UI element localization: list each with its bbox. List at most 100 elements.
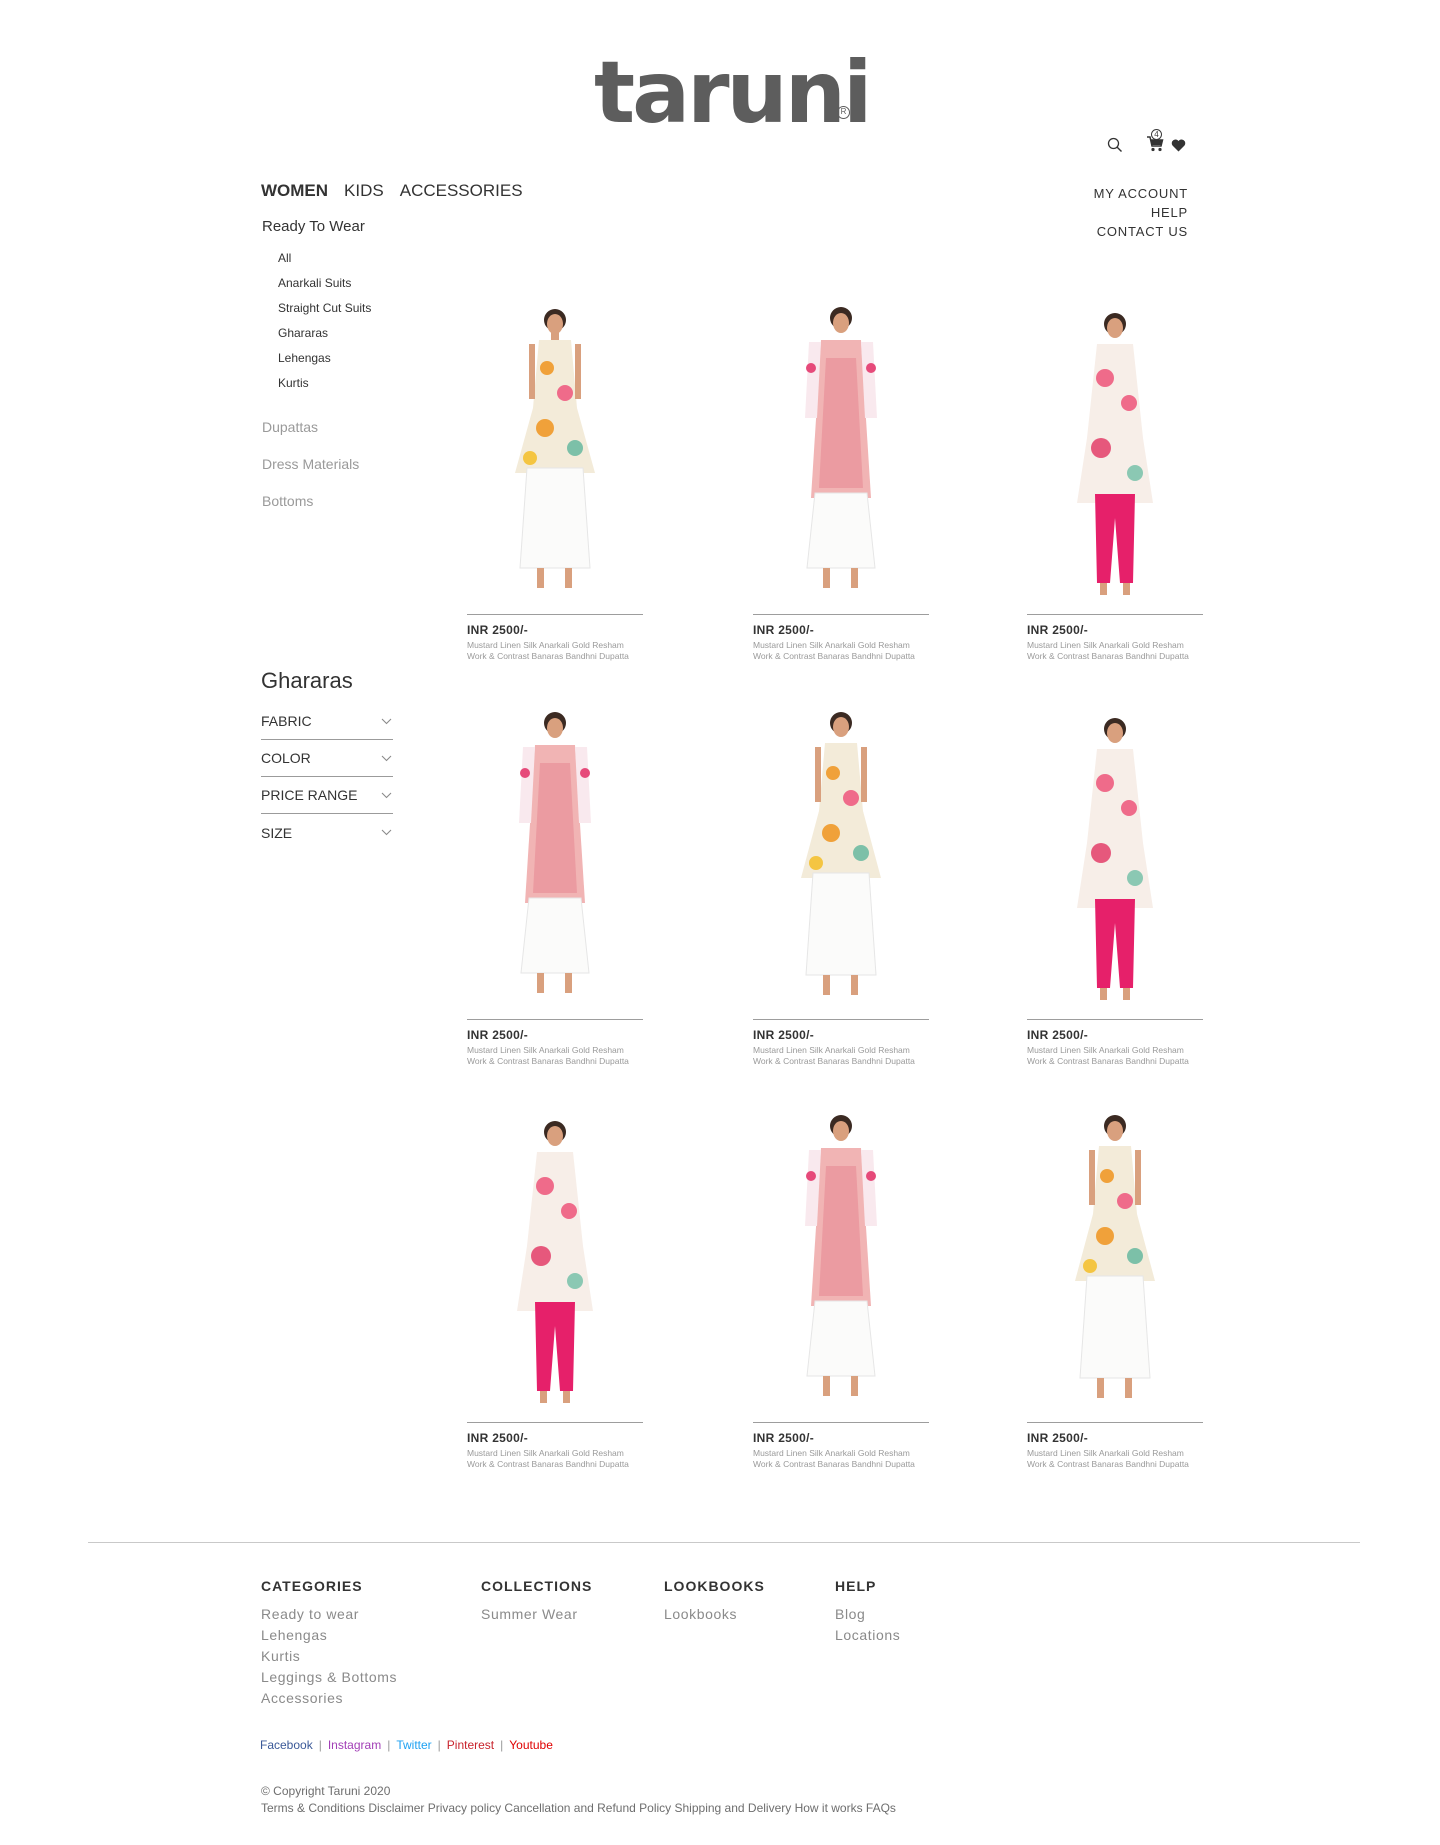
product-card[interactable]: INR 2500/- Mustard Linen Silk Anarkali G…	[467, 1098, 643, 1478]
product-card[interactable]: INR 2500/- Mustard Linen Silk Anarkali G…	[753, 695, 929, 1075]
footer-link[interactable]: Leggings & Bottoms	[261, 1667, 397, 1688]
card-divider	[753, 614, 929, 615]
product-price: INR 2500/-	[467, 623, 529, 637]
product-card[interactable]: INR 2500/- Mustard Linen Silk Anarkali G…	[753, 290, 929, 670]
product-price: INR 2500/-	[1027, 1431, 1089, 1445]
product-description-line: Mustard Linen Silk Anarkali Gold Resham	[753, 1045, 910, 1055]
heart-icon[interactable]	[1171, 139, 1186, 152]
copyright-text: © Copyright Taruni 2020	[261, 1784, 391, 1798]
footer-column-title: COLLECTIONS	[481, 1578, 593, 1594]
product-description-line: Mustard Linen Silk Anarkali Gold Resham	[1027, 640, 1184, 650]
footer-link[interactable]: Accessories	[261, 1688, 397, 1709]
subcategory-ghararas[interactable]: Ghararas	[262, 326, 402, 351]
search-icon[interactable]	[1107, 137, 1123, 153]
pinterest-link[interactable]: Pinterest	[447, 1738, 494, 1752]
youtube-link[interactable]: Youtube	[509, 1738, 553, 1752]
product-card[interactable]: INR 2500/- Mustard Linen Silk Anarkali G…	[467, 695, 643, 1075]
product-price: INR 2500/-	[467, 1028, 529, 1042]
subcategory-straight-cut-suits[interactable]: Straight Cut Suits	[262, 301, 402, 326]
subcategory-all[interactable]: All	[262, 251, 402, 276]
category-ready-to-wear[interactable]: Ready To Wear	[262, 218, 402, 235]
product-card[interactable]: INR 2500/- Mustard Linen Silk Anarkali G…	[467, 290, 643, 670]
product-description-line: Work & Contrast Banaras Bandhni Dupatta	[467, 1459, 629, 1469]
product-image[interactable]	[1045, 298, 1185, 610]
header-icons: 4	[1104, 129, 1192, 156]
social-links: Facebook | Instagram | Twitter | Pintere…	[260, 1738, 553, 1752]
filter-fabric[interactable]: FABRIC	[261, 703, 393, 740]
facebook-link[interactable]: Facebook	[260, 1738, 313, 1752]
product-card[interactable]: INR 2500/- Mustard Linen Silk Anarkali G…	[1027, 290, 1203, 670]
product-description-line: Work & Contrast Banaras Bandhni Dupatta	[1027, 1056, 1189, 1066]
instagram-link[interactable]: Instagram	[328, 1738, 381, 1752]
product-description-line: Work & Contrast Banaras Bandhni Dupatta	[1027, 1459, 1189, 1469]
nav-kids[interactable]: KIDS	[344, 181, 384, 201]
filter-list: FABRIC COLOR PRICE RANGE SIZE	[261, 703, 393, 851]
category-dress-materials[interactable]: Dress Materials	[262, 456, 402, 473]
product-description-line: Work & Contrast Banaras Bandhni Dupatta	[753, 651, 915, 661]
nav-women[interactable]: WOMEN	[261, 181, 328, 201]
category-dupattas[interactable]: Dupattas	[262, 419, 402, 436]
subcategory-lehengas[interactable]: Lehengas	[262, 351, 402, 376]
product-description-line: Mustard Linen Silk Anarkali Gold Resham	[1027, 1045, 1184, 1055]
product-image[interactable]	[1045, 703, 1185, 1015]
product-description-line: Mustard Linen Silk Anarkali Gold Resham	[753, 640, 910, 650]
product-price: INR 2500/-	[467, 1431, 529, 1445]
footer-column-collections: COLLECTIONS Summer Wear	[481, 1578, 592, 1625]
product-description-line: Work & Contrast Banaras Bandhni Dupatta	[467, 1056, 629, 1066]
product-card[interactable]: INR 2500/- Mustard Linen Silk Anarkali G…	[1027, 695, 1203, 1075]
product-description: Mustard Linen Silk Anarkali Gold Resham …	[1027, 640, 1205, 662]
chevron-down-icon	[381, 755, 392, 761]
card-divider	[467, 1422, 643, 1423]
filter-label: SIZE	[261, 824, 293, 841]
legal-links[interactable]: Terms & Conditions Disclaimer Privacy po…	[261, 1800, 896, 1817]
product-description: Mustard Linen Silk Anarkali Gold Resham …	[753, 640, 931, 662]
subcategory-anarkali-suits[interactable]: Anarkali Suits	[262, 276, 402, 301]
filter-label: PRICE RANGE	[261, 787, 358, 803]
card-divider	[1027, 614, 1203, 615]
brand-logo[interactable]: taruni R	[594, 48, 872, 138]
twitter-link[interactable]: Twitter	[396, 1738, 431, 1752]
nav-accessories[interactable]: ACCESSORIES	[400, 181, 523, 201]
utility-links: MY ACCOUNT HELP CONTACT US	[1094, 184, 1188, 241]
product-image[interactable]	[771, 703, 911, 1015]
product-description-line: Work & Contrast Banaras Bandhni Dupatta	[1027, 651, 1189, 661]
card-divider	[753, 1019, 929, 1020]
product-card[interactable]: INR 2500/- Mustard Linen Silk Anarkali G…	[1027, 1098, 1203, 1478]
product-image[interactable]	[485, 298, 625, 610]
chevron-down-icon	[381, 792, 392, 798]
category-bottoms[interactable]: Bottoms	[262, 493, 402, 510]
product-description: Mustard Linen Silk Anarkali Gold Resham …	[467, 1045, 645, 1067]
product-description-line: Mustard Linen Silk Anarkali Gold Resham	[753, 1448, 910, 1458]
filter-size[interactable]: SIZE	[261, 814, 393, 851]
chevron-down-icon	[381, 718, 392, 724]
footer-link[interactable]: Blog	[835, 1604, 900, 1625]
help-link[interactable]: HELP	[1094, 203, 1188, 222]
footer-divider	[88, 1542, 1360, 1543]
footer-link[interactable]: Ready to wear	[261, 1604, 397, 1625]
subcategory-kurtis[interactable]: Kurtis	[262, 376, 402, 401]
product-description-line: Mustard Linen Silk Anarkali Gold Resham	[467, 1045, 624, 1055]
my-account-link[interactable]: MY ACCOUNT	[1094, 184, 1188, 203]
product-image[interactable]	[1045, 1106, 1185, 1418]
cart-count-badge: 4	[1151, 129, 1162, 140]
footer-link[interactable]: Locations	[835, 1625, 900, 1646]
footer-column-title: LOOKBOOKS	[664, 1578, 765, 1594]
product-image[interactable]	[771, 1106, 911, 1418]
product-card[interactable]: INR 2500/- Mustard Linen Silk Anarkali G…	[753, 1098, 929, 1478]
footer-link[interactable]: Lookbooks	[664, 1604, 765, 1625]
product-price: INR 2500/-	[753, 623, 815, 637]
footer-link[interactable]: Summer Wear	[481, 1604, 592, 1625]
footer-column-help: HELP Blog Locations	[835, 1578, 900, 1646]
filter-price-range[interactable]: PRICE RANGE	[261, 777, 393, 814]
product-description-line: Mustard Linen Silk Anarkali Gold Resham	[1027, 1448, 1184, 1458]
product-price: INR 2500/-	[1027, 623, 1089, 637]
product-description: Mustard Linen Silk Anarkali Gold Resham …	[753, 1448, 931, 1470]
product-image[interactable]	[485, 703, 625, 1015]
footer-link[interactable]: Lehengas	[261, 1625, 397, 1646]
product-image[interactable]	[485, 1106, 625, 1418]
contact-us-link[interactable]: CONTACT US	[1094, 222, 1188, 241]
footer-link[interactable]: Kurtis	[261, 1646, 397, 1667]
main-nav: WOMEN KIDS ACCESSORIES	[261, 181, 523, 201]
product-image[interactable]	[771, 298, 911, 610]
filter-color[interactable]: COLOR	[261, 740, 393, 777]
